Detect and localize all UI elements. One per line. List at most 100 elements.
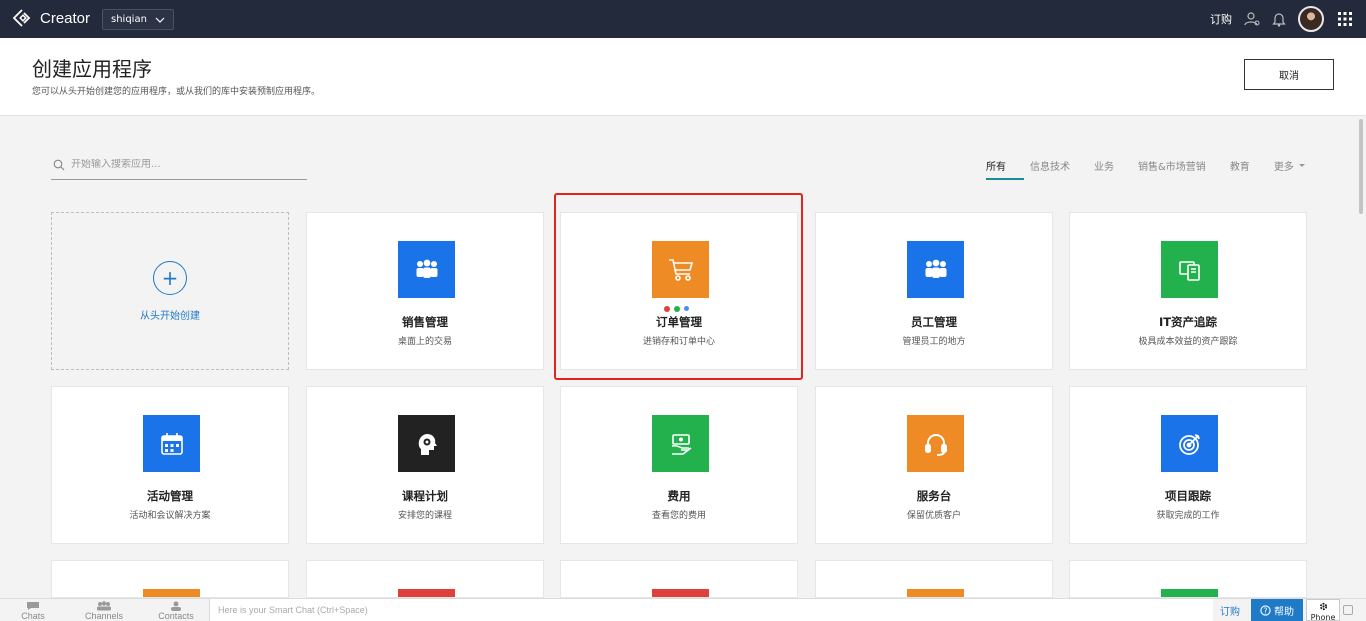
help-button[interactable]: ? 帮助 <box>1251 599 1303 621</box>
create-from-scratch-card[interactable]: + 从头开始创建 <box>51 212 289 370</box>
expand-icon[interactable] <box>1343 605 1353 615</box>
app-card-partial[interactable] <box>306 560 544 598</box>
cancel-button[interactable]: 取消 <box>1244 59 1334 90</box>
people-group-icon <box>907 241 964 298</box>
subscribe-link[interactable]: 订购 <box>1210 11 1232 27</box>
channels-label: Channels <box>84 611 124 621</box>
tab-more[interactable]: 更多 <box>1274 150 1314 180</box>
app-name: 项目跟踪 <box>1165 489 1211 503</box>
app-card-partial[interactable] <box>815 560 1053 598</box>
search-input[interactable] <box>71 159 291 170</box>
creator-logo-icon <box>12 9 31 27</box>
tab-label: 业务 <box>1094 161 1114 173</box>
creator-logo[interactable]: Creator <box>12 8 90 28</box>
chats-button[interactable]: Chats <box>2 601 64 621</box>
org-name: shiqian <box>111 14 147 25</box>
phone-button[interactable]: Phone <box>1306 599 1340 621</box>
tab-sales-marketing[interactable]: 销售&市场营销 <box>1138 150 1214 180</box>
app-name: 课程计划 <box>402 489 448 503</box>
selection-highlight <box>554 193 803 380</box>
app-name: 活动管理 <box>147 489 193 503</box>
page-header: 创建应用程序 您可以从头开始创建您的应用程序，或从我们的库中安装预制应用程序。 … <box>0 38 1366 116</box>
chat-bubble-icon <box>27 602 39 610</box>
app-card-partial[interactable] <box>560 560 798 598</box>
tab-education[interactable]: 教育 <box>1230 150 1258 180</box>
contact-icon <box>171 601 181 611</box>
tab-all[interactable]: 所有 <box>986 150 1024 180</box>
app-card-project-tracker[interactable]: 项目跟踪 获取完成的工作 <box>1069 386 1307 544</box>
app-grid-icon[interactable] <box>1338 12 1352 26</box>
people-group-icon <box>398 241 455 298</box>
chats-label: Chats <box>21 611 45 621</box>
page-subtitle: 您可以从头开始创建您的应用程序，或从我们的库中安装预制应用程序。 <box>32 87 321 97</box>
app-description: 桌面上的交易 <box>397 337 452 347</box>
chevron-down-icon <box>155 17 165 23</box>
app-card-courses[interactable]: 课程计划 安排您的课程 <box>306 386 544 544</box>
vertical-scrollbar[interactable] <box>1358 117 1366 598</box>
subscribe-link-bottom[interactable]: 订购 <box>1220 603 1240 618</box>
app-name: 销售管理 <box>402 315 448 329</box>
head-gear-icon <box>398 415 455 472</box>
tab-label: 更多 <box>1273 161 1294 173</box>
bell-icon[interactable] <box>1272 11 1286 27</box>
app-name: Creator <box>40 9 91 27</box>
app-search <box>51 150 307 180</box>
top-navigation-bar: Creator shiqian 订购 <box>0 0 1366 38</box>
tab-label: 信息技术 <box>1030 161 1070 173</box>
search-icon <box>53 159 65 170</box>
app-card-it-assets[interactable]: IT资产追踪 极具成本效益的资产跟踪 <box>1069 212 1307 370</box>
app-name: 员工管理 <box>911 315 957 329</box>
svg-text:?: ? <box>1264 606 1268 615</box>
category-tabs: 所有 信息技术 业务 销售&市场营销 教育 更多 <box>986 150 1330 180</box>
app-description: 管理员工的地方 <box>902 337 966 347</box>
user-settings-icon[interactable] <box>1244 11 1260 27</box>
app-card-service-desk[interactable]: 服务台 保留优质客户 <box>815 386 1053 544</box>
devices-icon <box>1161 241 1218 298</box>
caret-down-icon <box>1298 163 1305 167</box>
app-icon <box>398 589 455 597</box>
help-icon: ? <box>1260 604 1271 616</box>
app-card-partial[interactable] <box>51 560 289 598</box>
app-card-partial[interactable] <box>1069 560 1307 598</box>
phone-label: Phone <box>1310 613 1336 621</box>
tab-it[interactable]: 信息技术 <box>1030 150 1078 180</box>
tab-label: 教育 <box>1229 161 1250 173</box>
channels-button[interactable]: Channels <box>73 601 135 621</box>
app-description: 安排您的课程 <box>397 511 452 521</box>
headset-icon <box>907 415 964 472</box>
app-card-expenses[interactable]: 费用 查看您的费用 <box>560 386 798 544</box>
app-description: 极具成本效益的资产跟踪 <box>1138 337 1238 347</box>
org-switcher[interactable]: shiqian <box>102 9 174 30</box>
tab-label: 所有 <box>986 161 1006 173</box>
app-description: 获取完成的工作 <box>1156 511 1220 521</box>
bottom-chat-bar: Chats Channels Contacts 订购 ? 帮助 Phone <box>0 598 1366 621</box>
app-card-events[interactable]: 活动管理 活动和会议解决方案 <box>51 386 289 544</box>
app-icon <box>907 589 964 597</box>
contacts-label: Contacts <box>158 611 194 621</box>
tab-label: 销售&市场营销 <box>1138 161 1206 173</box>
app-name: 服务台 <box>916 489 952 503</box>
scrollbar-thumb[interactable] <box>1359 119 1363 214</box>
smart-chat-input[interactable] <box>218 605 718 615</box>
help-label: 帮助 <box>1274 606 1294 618</box>
app-card-sales[interactable]: 销售管理 桌面上的交易 <box>306 212 544 370</box>
plus-icon: + <box>153 261 187 295</box>
contacts-button[interactable]: Contacts <box>145 601 207 621</box>
app-name: IT资产追踪 <box>1158 315 1218 329</box>
app-description: 查看您的费用 <box>651 511 706 521</box>
app-icon <box>1161 589 1218 597</box>
money-hand-icon <box>652 415 709 472</box>
app-icon <box>652 589 709 597</box>
create-from-scratch-label: 从头开始创建 <box>140 311 200 322</box>
target-icon <box>1161 415 1218 472</box>
group-icon <box>97 601 111 611</box>
page-title: 创建应用程序 <box>32 57 152 81</box>
app-description: 活动和会议解决方案 <box>129 511 211 521</box>
smart-chat-bar <box>209 599 1213 621</box>
tab-business[interactable]: 业务 <box>1094 150 1122 180</box>
app-name: 费用 <box>667 489 691 503</box>
avatar[interactable] <box>1298 6 1324 32</box>
app-icon <box>143 589 200 597</box>
app-card-employees[interactable]: 员工管理 管理员工的地方 <box>815 212 1053 370</box>
calendar-icon <box>143 415 200 472</box>
